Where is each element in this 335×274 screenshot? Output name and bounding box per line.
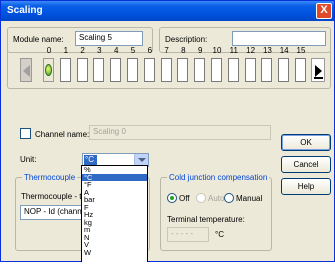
channel-number-label: 10 [212, 46, 222, 55]
channel-number-label: 9 [197, 46, 203, 55]
thermocouple-group-label: Thermocouple [22, 173, 78, 182]
channel-slot-5[interactable] [127, 58, 138, 82]
channel-slot-10[interactable] [211, 58, 222, 82]
window-title: Scaling [7, 5, 43, 16]
channel-slot-7[interactable] [160, 58, 172, 82]
close-button[interactable]: X [316, 3, 332, 19]
radio-manual-label: Manual [236, 194, 263, 203]
channel-number-label: 14 [279, 46, 289, 55]
channel-slot-12[interactable] [244, 58, 256, 82]
cancel-button[interactable]: Cancel [281, 156, 331, 173]
channel-prev-arrow-icon[interactable] [20, 58, 32, 82]
terminal-temperature-unit: °C [215, 230, 224, 239]
channel-number-label: 13 [262, 46, 272, 55]
channel-slot-13[interactable] [261, 58, 273, 82]
channel-number-label: 2 [80, 46, 85, 55]
channel-number-label: 5 [130, 46, 136, 55]
channel-next-arrow-icon[interactable] [311, 58, 325, 82]
radio-manual[interactable] [224, 193, 234, 203]
title-bar[interactable]: Scaling X [1, 1, 334, 21]
help-button[interactable]: Help [281, 178, 331, 195]
unit-option[interactable]: W [82, 248, 147, 257]
channel-name-input[interactable]: Scaling 0 [89, 125, 271, 140]
radio-off-label: Off [179, 194, 190, 203]
cold-junction-group-label: Cold junction compensation [167, 173, 270, 182]
channel-number-label: 3 [97, 46, 102, 55]
channel-name-checkbox[interactable] [20, 128, 31, 139]
unit-dropdown-list[interactable]: % °C °F Abar F Hz kg m N V W [81, 165, 148, 273]
terminal-temperature-input[interactable]: - - - - - [167, 227, 209, 242]
channel-number-label: 7 [164, 46, 169, 55]
unit-selected-value: °C [84, 155, 97, 165]
channel-slot-6[interactable] [143, 58, 155, 82]
channel-number-label: 1 [63, 46, 69, 55]
channel-name-label: Channel name: [35, 130, 90, 139]
channel-slot-9[interactable] [194, 58, 206, 82]
channel-number-label: 8 [181, 46, 186, 55]
unit-option[interactable]: °F [82, 181, 147, 189]
unit-label: Unit: [20, 155, 37, 164]
channel-slot-3[interactable] [93, 58, 105, 82]
channel-number-label: 11 [229, 46, 238, 55]
radio-auto-label: Auto [208, 194, 225, 203]
unit-option[interactable]: m [82, 226, 147, 234]
radio-auto[interactable] [196, 193, 206, 203]
channel-slot-2[interactable] [76, 58, 88, 82]
terminal-temperature-label: Terminal temperature: [167, 215, 245, 224]
unit-option[interactable]: V [82, 241, 147, 249]
channel-slot-11[interactable] [227, 58, 239, 82]
channel-number-label: 4 [113, 46, 119, 55]
unit-option[interactable]: N [82, 233, 147, 242]
radio-off[interactable] [167, 193, 177, 203]
background-strip [0, 262, 335, 274]
channel-number-label: 15 [296, 46, 306, 55]
ok-button[interactable]: OK [281, 134, 331, 151]
channel-slot-8[interactable] [177, 58, 189, 82]
channel-number-label: 0 [46, 46, 52, 55]
unit-option[interactable]: kg [82, 218, 147, 227]
channel-number-label: 6 [147, 46, 153, 55]
channel-slot-15[interactable] [295, 58, 306, 82]
channel-slot-4[interactable] [110, 58, 122, 82]
channel-slot-14[interactable] [278, 58, 290, 82]
channel-slot-0[interactable] [43, 58, 54, 82]
channel-number-label: 12 [246, 46, 256, 55]
channel-slot-1[interactable] [59, 58, 71, 82]
channel-active-icon [45, 64, 52, 76]
unit-option[interactable]: bar [82, 196, 147, 204]
scaling-dialog: Scaling X Module name: Scaling 5 Descrip… [0, 0, 335, 262]
